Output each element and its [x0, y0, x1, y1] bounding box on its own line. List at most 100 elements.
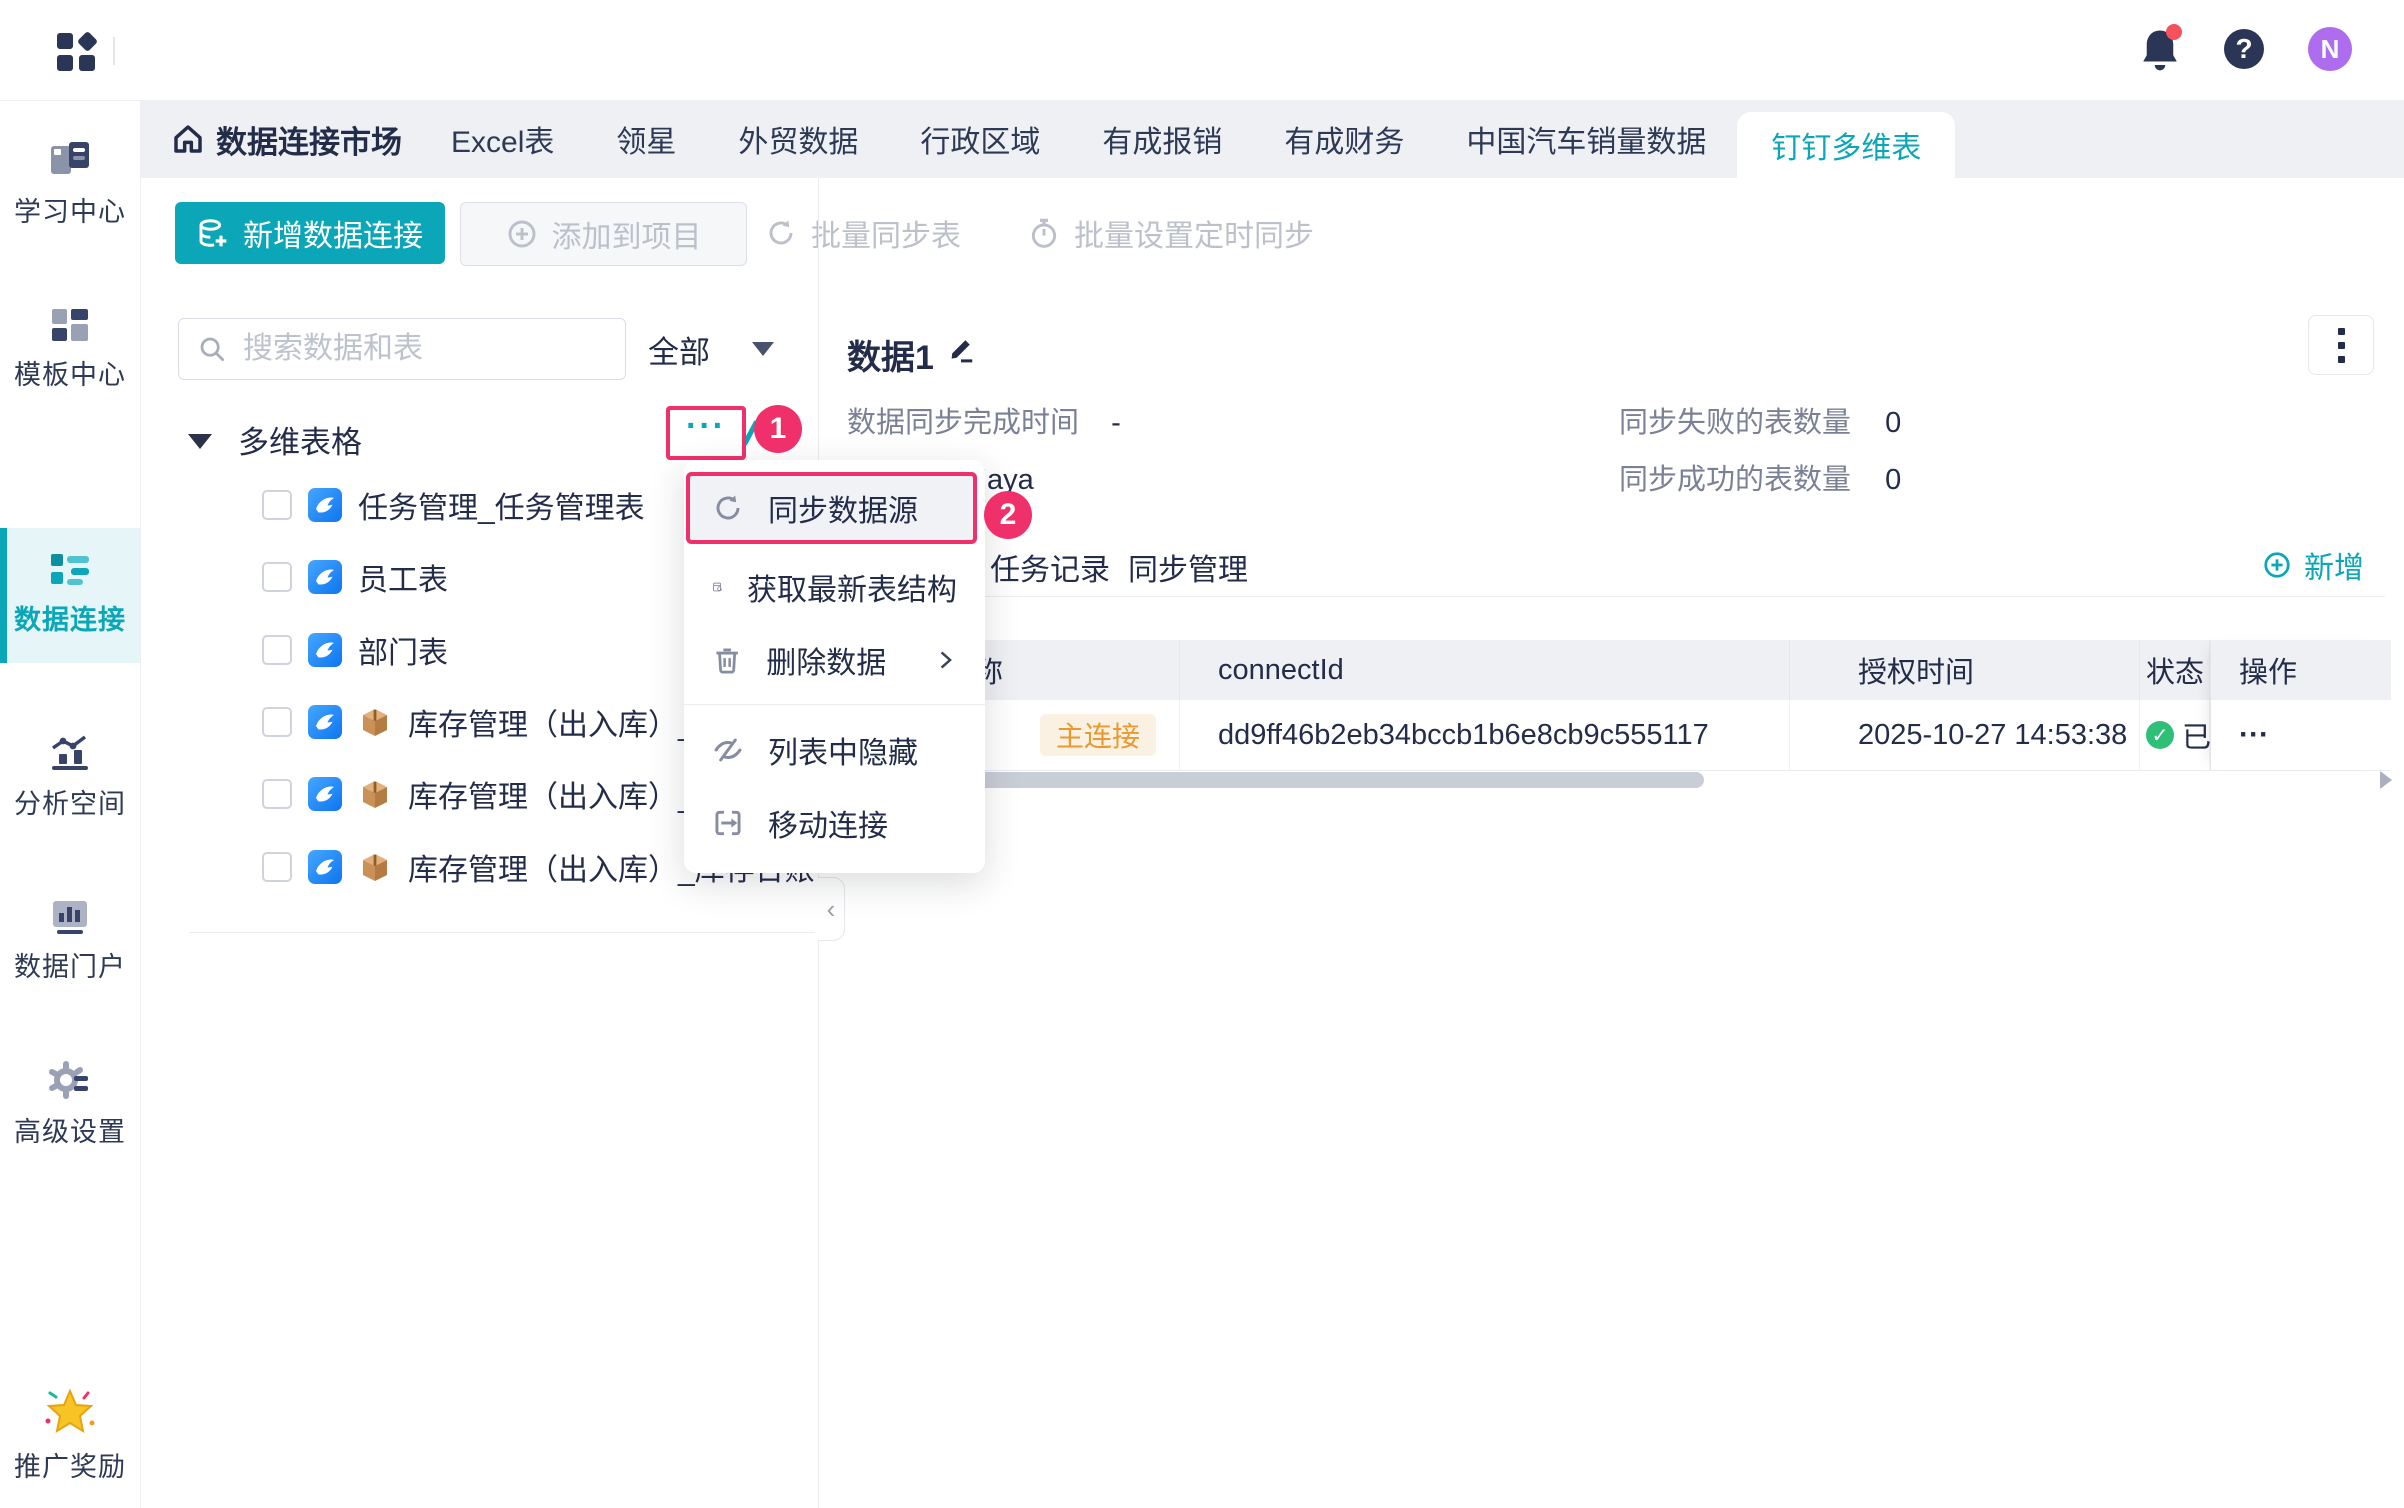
- panel-collapse-handle[interactable]: ‹: [818, 877, 845, 941]
- tree-bottom-divider: [190, 932, 815, 933]
- menu-item-sync-datasource[interactable]: 同步数据源: [690, 476, 973, 540]
- stat-label: 同步失败的表数量: [1619, 407, 1852, 439]
- button-label: 新增: [2304, 552, 2364, 585]
- tab-label: Excel表: [451, 126, 555, 159]
- app-logo-icon[interactable]: [55, 31, 99, 73]
- table-row[interactable]: 主连接 dd9ff46b2eb34bccb1b6e8cb9c555117 202…: [845, 700, 2390, 771]
- subtab-sync-management[interactable]: 同步管理: [1128, 545, 1248, 589]
- tree-item[interactable]: 员工表: [262, 555, 448, 599]
- checkbox[interactable]: [262, 635, 292, 665]
- dingtalk-icon: [308, 633, 342, 667]
- button-label: 批量同步表: [811, 220, 961, 253]
- sidebar-item-promo[interactable]: 推广奖励: [0, 1385, 140, 1484]
- tab-foreign-trade[interactable]: 外贸数据: [707, 100, 889, 178]
- tab-excel[interactable]: Excel表: [420, 100, 585, 178]
- menu-item-delete-data[interactable]: 删除数据: [684, 623, 985, 696]
- checkbox[interactable]: [262, 562, 292, 592]
- dingtalk-icon: [308, 560, 342, 594]
- button-label: 批量设置定时同步: [1074, 220, 1314, 253]
- table-refresh-icon: [713, 582, 723, 591]
- tab-finance[interactable]: 有成财务: [1253, 100, 1435, 178]
- topbar: ? N: [0, 0, 2404, 101]
- tree-item[interactable]: 库存管理（出入库）_出: [262, 772, 725, 816]
- tab-label: 数据连接市场: [216, 124, 402, 160]
- tab-label: 有成财务: [1284, 126, 1405, 159]
- user-avatar[interactable]: N: [2308, 27, 2352, 71]
- col-auth-time: 授权时间: [1790, 640, 2140, 700]
- tree-item[interactable]: 部门表: [262, 628, 448, 672]
- tab-car-sales[interactable]: 中国汽车销量数据: [1435, 100, 1737, 178]
- menu-item-move-connection[interactable]: 移动连接: [684, 786, 985, 859]
- annotation-step-1: 1: [754, 405, 802, 453]
- menu-item-label: 同步数据源: [768, 495, 918, 528]
- filter-dropdown[interactable]: 全部: [648, 318, 798, 380]
- col-actions: 操作: [2211, 640, 2391, 700]
- app-screen: ? N 学习中心 模板中心 数据连接 分析空间 数据门户 高级设置 推广奖励 数…: [0, 0, 2404, 1508]
- new-connection-button[interactable]: 新增数据连接: [175, 202, 445, 264]
- tree-item-label: 部门表: [358, 637, 448, 670]
- tree-item[interactable]: 任务管理_任务管理表: [262, 483, 645, 527]
- tree-group-dingtalk[interactable]: 多维表格: [188, 417, 362, 462]
- package-icon: [363, 854, 387, 881]
- tab-label: 有成报销: [1102, 126, 1223, 159]
- tab-expense[interactable]: 有成报销: [1071, 100, 1253, 178]
- field-value: -: [1111, 407, 1121, 439]
- learning-icon: [51, 142, 89, 174]
- eye-off-icon: [714, 738, 742, 761]
- row-actions-button[interactable]: ···: [2211, 700, 2391, 770]
- checkbox[interactable]: [262, 490, 292, 520]
- sidebar-item-settings[interactable]: 高级设置: [0, 1060, 140, 1149]
- status-check-icon: ✓: [2146, 721, 2174, 749]
- stat-failed-tables: 同步失败的表数量 0: [1619, 399, 1901, 441]
- menu-item-refresh-structure[interactable]: 获取最新表结构: [684, 550, 985, 623]
- stat-label: 同步成功的表数量: [1619, 464, 1852, 496]
- menu-item-label: 删除数据: [766, 646, 887, 680]
- tab-lingxing[interactable]: 领星: [585, 100, 707, 178]
- button-label: 新增数据连接: [243, 220, 423, 253]
- cell-connect-id: dd9ff46b2eb34bccb1b6e8cb9c555117: [1180, 700, 1790, 770]
- sidebar-item-portal[interactable]: 数据门户: [0, 897, 140, 984]
- horizontal-scrollbar-thumb[interactable]: [952, 772, 1704, 788]
- search-box: [178, 318, 626, 380]
- template-icon: [52, 309, 88, 341]
- checkbox[interactable]: [262, 779, 292, 809]
- add-connection-button[interactable]: 新增: [2262, 543, 2364, 587]
- menu-item-hide-from-list[interactable]: 列表中隐藏: [684, 713, 985, 786]
- edit-title-icon[interactable]: [946, 334, 976, 364]
- batch-timer-button[interactable]: 批量设置定时同步: [1028, 202, 1314, 264]
- settings-icon: [49, 1061, 88, 1099]
- sidebar-item-label: 学习中心: [14, 197, 126, 227]
- scroll-right-arrow[interactable]: [2380, 771, 2392, 789]
- sidebar-item-label: 高级设置: [14, 1117, 126, 1147]
- tree-item[interactable]: 库存管理（出入库）_入: [262, 700, 725, 744]
- annotation-step-2: 2: [984, 491, 1032, 539]
- tab-data-market[interactable]: 数据连接市场: [140, 100, 420, 178]
- sidebar-item-label: 分析空间: [14, 789, 126, 819]
- status-text: 已: [2182, 722, 2212, 754]
- tab-dingtalk-table[interactable]: 钉钉多维表: [1737, 112, 1956, 178]
- more-actions-button[interactable]: [2308, 315, 2374, 375]
- field-sync-time: 数据同步完成时间 -: [847, 399, 1121, 441]
- menu-item-label: 获取最新表结构: [747, 573, 957, 607]
- tree-item-label: 员工表: [358, 564, 448, 597]
- sidebar-item-template[interactable]: 模板中心: [0, 305, 140, 392]
- help-icon[interactable]: ?: [2224, 29, 2264, 69]
- stat-value: 0: [1885, 407, 1902, 439]
- fixed-actions-column: 操作 ···: [2210, 640, 2391, 770]
- sidebar-item-learning[interactable]: 学习中心: [0, 140, 140, 229]
- tree-item-label: 库存管理（出入库）_出: [408, 781, 725, 814]
- add-to-project-button[interactable]: 添加到项目: [460, 202, 747, 266]
- checkbox[interactable]: [262, 707, 292, 737]
- sidebar-item-data-connection[interactable]: 数据连接: [0, 528, 140, 663]
- checkbox[interactable]: [262, 852, 292, 882]
- sidebar-item-analysis[interactable]: 分析空间: [0, 732, 140, 821]
- group-more-button[interactable]: ···: [666, 406, 746, 460]
- tab-admin-region[interactable]: 行政区域: [889, 100, 1071, 178]
- chevron-down-icon: [752, 342, 774, 356]
- col-connect-id: connectId: [1180, 640, 1790, 700]
- search-input[interactable]: [241, 331, 595, 367]
- logo-divider: [113, 37, 115, 65]
- subtab-task-records[interactable]: 任务记录: [990, 545, 1110, 589]
- dingtalk-icon: [308, 850, 342, 884]
- batch-sync-button[interactable]: 批量同步表: [765, 202, 961, 264]
